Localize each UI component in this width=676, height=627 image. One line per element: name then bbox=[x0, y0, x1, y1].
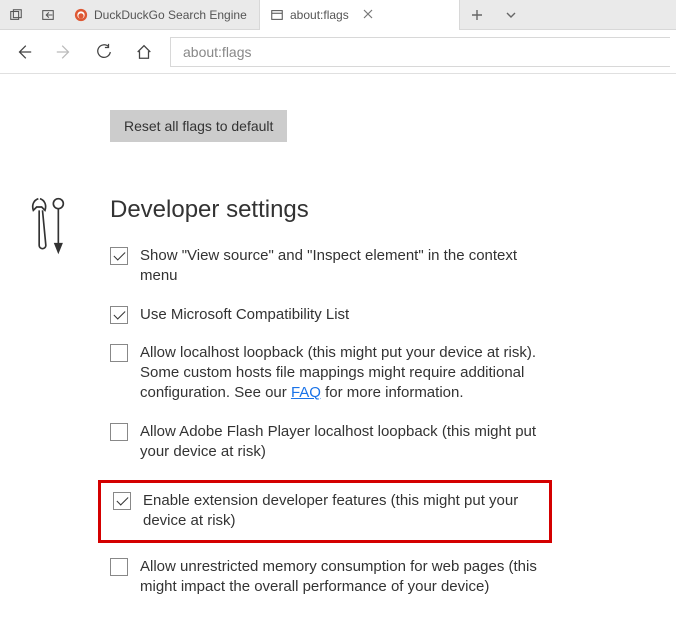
tab-about-flags[interactable]: about:flags bbox=[260, 0, 460, 30]
checkbox-compat-list[interactable] bbox=[110, 306, 128, 324]
option-label: Allow unrestricted memory consumption fo… bbox=[140, 557, 540, 598]
option-localhost-loopback: Allow localhost loopback (this might put… bbox=[110, 343, 540, 404]
tab-duckduckgo[interactable]: DuckDuckGo Search Engine bbox=[64, 0, 260, 30]
checkbox-localhost-loopback[interactable] bbox=[110, 344, 128, 362]
option-view-source: Show "View source" and "Inspect element"… bbox=[110, 246, 540, 287]
address-bar[interactable] bbox=[170, 37, 670, 67]
refresh-button[interactable] bbox=[86, 34, 122, 70]
tabs-overview-button[interactable] bbox=[0, 0, 32, 30]
new-tab-button[interactable] bbox=[460, 0, 494, 30]
reset-flags-button[interactable]: Reset all flags to default bbox=[110, 110, 287, 142]
option-flash-loopback: Allow Adobe Flash Player localhost loopb… bbox=[110, 422, 540, 463]
option-label: Allow Adobe Flash Player localhost loopb… bbox=[140, 422, 540, 463]
checkbox-view-source[interactable] bbox=[110, 247, 128, 265]
duckduckgo-icon bbox=[74, 8, 88, 22]
option-label: Show "View source" and "Inspect element"… bbox=[140, 246, 540, 287]
faq-link[interactable]: FAQ bbox=[291, 384, 321, 401]
option-label: Enable extension developer features (thi… bbox=[143, 491, 539, 532]
option-label: Allow localhost loopback (this might put… bbox=[140, 343, 540, 404]
page-icon bbox=[270, 8, 284, 22]
set-tabs-aside-button[interactable] bbox=[32, 0, 64, 30]
highlighted-option: Enable extension developer features (thi… bbox=[98, 480, 552, 543]
titlebar: DuckDuckGo Search Engine about:flags bbox=[0, 0, 676, 30]
developer-settings-section: Developer settings Show "View source" an… bbox=[0, 196, 676, 615]
back-button[interactable] bbox=[6, 34, 42, 70]
page-content: Reset all flags to default Developer set… bbox=[0, 74, 676, 615]
option-label: Use Microsoft Compatibility List bbox=[140, 305, 349, 325]
checkbox-flash-loopback[interactable] bbox=[110, 423, 128, 441]
option-unrestricted-memory: Allow unrestricted memory consumption fo… bbox=[110, 557, 540, 598]
checkbox-unrestricted-memory[interactable] bbox=[110, 558, 128, 576]
forward-button[interactable] bbox=[46, 34, 82, 70]
developer-tools-icon bbox=[30, 196, 78, 261]
toolbar bbox=[0, 30, 676, 74]
option-extension-dev: Enable extension developer features (thi… bbox=[113, 491, 539, 532]
checkbox-extension-dev[interactable] bbox=[113, 492, 131, 510]
tab-label: DuckDuckGo Search Engine bbox=[94, 8, 247, 22]
tab-label: about:flags bbox=[290, 8, 349, 22]
close-tab-icon[interactable] bbox=[363, 8, 373, 22]
section-title: Developer settings bbox=[110, 196, 540, 224]
tab-actions-button[interactable] bbox=[494, 0, 528, 30]
home-button[interactable] bbox=[126, 34, 162, 70]
option-compat-list: Use Microsoft Compatibility List bbox=[110, 305, 540, 325]
